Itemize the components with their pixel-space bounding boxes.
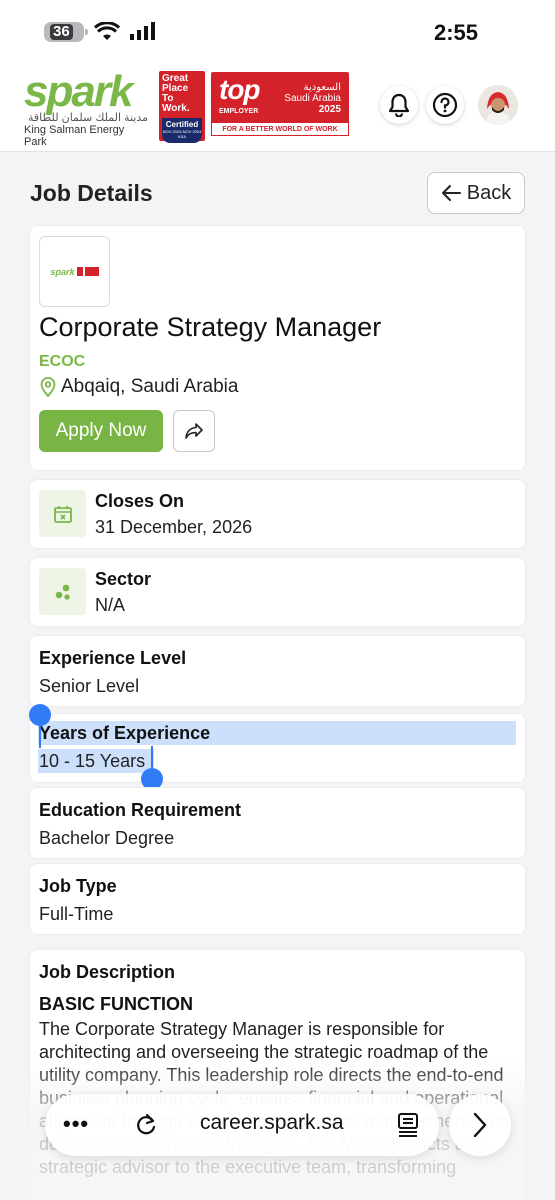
company-logo-mini: spark	[50, 266, 99, 277]
logo-wordmark: spark	[24, 67, 133, 116]
selection-end-handle[interactable]	[141, 768, 163, 790]
forward-button[interactable]	[449, 1094, 511, 1156]
chevron-right-icon	[473, 1112, 487, 1138]
top-employer-top: top	[219, 74, 261, 105]
avatar-image	[478, 85, 518, 125]
education-label: Education Requirement	[39, 800, 242, 820]
top-employer-year: 2025	[318, 104, 341, 115]
location-pin-icon	[40, 377, 56, 397]
job-type-value: Full-Time	[39, 904, 114, 924]
reader-tabs-icon[interactable]	[396, 1112, 420, 1138]
reload-icon[interactable]	[133, 1112, 159, 1138]
company-logo-word: spark	[50, 266, 75, 277]
share-icon	[185, 423, 203, 439]
closes-on-label: Closes On	[95, 491, 185, 511]
header-actions	[380, 85, 518, 125]
job-type-label: Job Type	[39, 876, 117, 896]
top-employer-country: Saudi Arabia	[284, 93, 341, 104]
years-experience-card: Years of Experience 10 - 15 Years	[30, 714, 525, 782]
calendar-icon	[53, 505, 72, 523]
job-header-card: spark Corporate Strategy Manager ECOC Ab…	[30, 226, 525, 470]
battery-level: 36	[50, 24, 73, 40]
job-title: Corporate Strategy Manager	[39, 312, 382, 342]
great-place-to-work-badge: Great Place To Work. Certified NOV 2023-N…	[159, 71, 205, 143]
app-header: spark مدينة الملك سلمان للطاقة King Salm…	[0, 64, 555, 152]
years-experience-label: Years of Experience	[39, 723, 211, 743]
calendar-icon-box	[39, 490, 86, 537]
sector-value: N/A	[95, 595, 126, 615]
job-description-heading: Job Description	[39, 962, 176, 982]
company-logo: spark	[39, 236, 110, 307]
experience-level-value: Senior Level	[39, 676, 140, 696]
company-name[interactable]: ECOC	[39, 353, 85, 371]
sector-icon	[55, 584, 70, 600]
bell-icon	[388, 93, 410, 117]
logo-english-text: King Salman Energy Park	[24, 124, 125, 148]
sector-card: Sector N/A	[30, 558, 525, 626]
years-experience-value: 10 - 15 Years	[39, 751, 146, 771]
wifi-icon	[94, 22, 120, 40]
apply-now-button[interactable]: Apply Now	[39, 410, 163, 452]
url-text[interactable]: career.spark.sa	[200, 1111, 344, 1135]
help-icon	[432, 92, 458, 118]
top-employer-region: السعودية Saudi Arabia 2025	[284, 82, 341, 115]
arrow-left-icon	[441, 185, 461, 201]
top-employer-arabic: السعودية	[303, 82, 341, 93]
user-avatar[interactable]	[478, 85, 518, 125]
help-button[interactable]	[426, 86, 464, 124]
gptw-certified-label: Certified	[165, 120, 199, 129]
company-logo-badge	[84, 267, 99, 276]
top-employer-label: EMPLOYER	[219, 108, 259, 115]
location-text: Abqaiq, Saudi Arabia	[61, 376, 239, 397]
sector-label: Sector	[95, 569, 152, 589]
experience-level-card: Experience Level Senior Level	[30, 636, 525, 706]
spark-logo[interactable]: spark مدينة الملك سلمان للطاقة King Salm…	[24, 67, 148, 149]
more-options-button[interactable]: •••	[63, 1113, 89, 1135]
gptw-line: Work.	[162, 103, 190, 114]
back-label: Back	[466, 181, 512, 204]
status-icons: 36	[44, 22, 158, 42]
status-time: 2:55	[434, 20, 479, 45]
notifications-button[interactable]	[380, 86, 418, 124]
experience-level-label: Experience Level	[39, 648, 187, 668]
job-location: Abqaiq, Saudi Arabia	[39, 376, 238, 398]
browser-address-bar[interactable]: ••• career.spark.sa	[45, 1094, 439, 1156]
top-employer-footer: FOR A BETTER WORLD OF WORK	[211, 122, 349, 136]
closes-on-value: 31 December, 2026	[95, 517, 253, 537]
logo-arabic-text: مدينة الملك سلمان للطاقة	[28, 112, 148, 124]
status-bar: 36 2:55	[0, 0, 555, 64]
company-logo-badge	[76, 267, 83, 276]
page-title: Job Details	[30, 180, 153, 206]
top-employer-badge: top EMPLOYER السعودية Saudi Arabia 2025 …	[211, 72, 349, 136]
cellular-icon	[130, 22, 155, 40]
education-value: Bachelor Degree	[39, 828, 175, 848]
education-card: Education Requirement Bachelor Degree	[30, 788, 525, 858]
share-button[interactable]	[173, 410, 215, 452]
sector-icon-box	[39, 568, 86, 615]
closes-on-card: Closes On 31 December, 2026	[30, 480, 525, 548]
battery-icon: 36	[44, 22, 88, 42]
gptw-dates: NOV 2023-NOV 2024 KSA	[162, 129, 202, 139]
gptw-certified: Certified NOV 2023-NOV 2024 KSA	[162, 118, 202, 143]
selection-start-handle[interactable]	[29, 704, 51, 726]
job-type-card: Job Type Full-Time	[30, 864, 525, 934]
back-button[interactable]: Back	[427, 172, 525, 214]
basic-function-heading: BASIC FUNCTION	[39, 994, 193, 1014]
